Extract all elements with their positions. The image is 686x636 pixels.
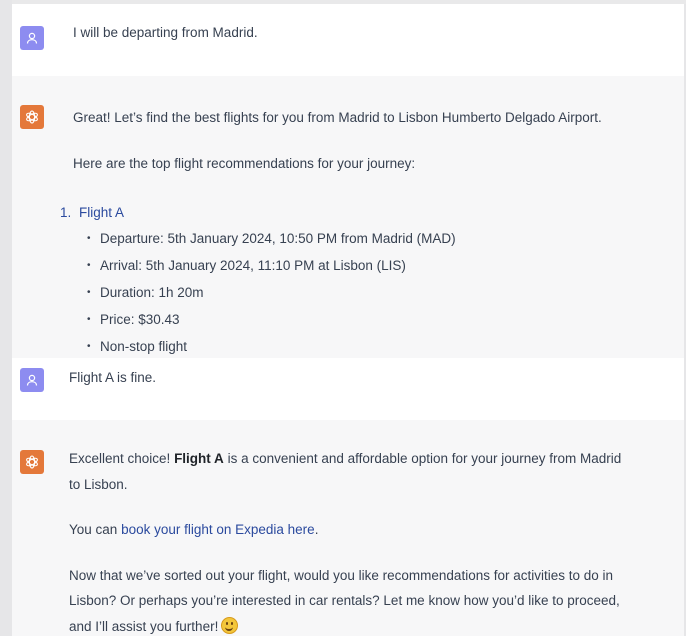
bullet: • (87, 233, 91, 244)
bullet: • (87, 314, 91, 325)
assistant-lead: Here are the top flight recommendations … (73, 156, 416, 171)
user-message: Flight A is fine. (12, 358, 684, 420)
reply-text: is a convenient and affordable option fo… (223, 451, 622, 466)
chat-transcript: I will be departing from Madrid. Great! … (12, 4, 684, 636)
assistant-avatar (20, 105, 44, 129)
detail-departure: Departure: 5th January 2024, 10:50 PM fr… (100, 231, 456, 246)
smiling-face-icon (221, 617, 239, 634)
user-message-text: I will be departing from Madrid. (73, 25, 258, 40)
bullet: • (87, 341, 91, 352)
booking-line: You can book your flight on Expedia here… (69, 521, 318, 539)
followup-line1: Now that we’ve sorted out your flight, w… (69, 568, 614, 583)
detail-nonstop: Non-stop flight (100, 339, 188, 354)
assistant-message: Excellent choice! Flight A is a convenie… (12, 420, 684, 636)
user-message: I will be departing from Madrid. (12, 4, 684, 76)
user-icon (26, 32, 38, 44)
assistant-reply-line1: Excellent choice! Flight A is a convenie… (69, 450, 621, 468)
user-icon (26, 374, 38, 386)
assistant-avatar (20, 450, 44, 474)
booking-text: You can (69, 522, 122, 537)
assistant-intro: Great! Let’s find the best flights for y… (73, 110, 602, 125)
left-edge (0, 0, 12, 636)
openai-logo-icon (26, 455, 38, 469)
followup-line2: Lisbon? Or perhaps you’re interested in … (69, 593, 620, 608)
flight-a-emphasis: Flight A (174, 451, 224, 466)
flight-a-link[interactable]: Flight A (79, 204, 124, 222)
openai-logo-icon (26, 110, 38, 124)
bullet: • (87, 287, 91, 298)
expedia-booking-link[interactable]: book your flight on Expedia here (121, 522, 315, 537)
detail-price: Price: $30.43 (100, 312, 180, 327)
booking-text: . (314, 522, 319, 537)
assistant-message: Great! Let’s find the best flights for y… (12, 76, 684, 358)
user-message-text: Flight A is fine. (69, 370, 157, 385)
bullet: • (87, 260, 91, 271)
list-number: 1. (60, 205, 72, 220)
followup-line3: and I’ll assist you further! (69, 617, 239, 636)
detail-duration: Duration: 1h 20m (100, 285, 204, 300)
followup-text: and I’ll assist you further! (69, 619, 219, 634)
user-avatar (20, 368, 44, 392)
assistant-reply-line2: to Lisbon. (69, 477, 128, 492)
reply-text: Excellent choice! (69, 451, 175, 466)
detail-arrival: Arrival: 5th January 2024, 11:10 PM at L… (100, 258, 406, 273)
user-avatar (20, 26, 44, 50)
